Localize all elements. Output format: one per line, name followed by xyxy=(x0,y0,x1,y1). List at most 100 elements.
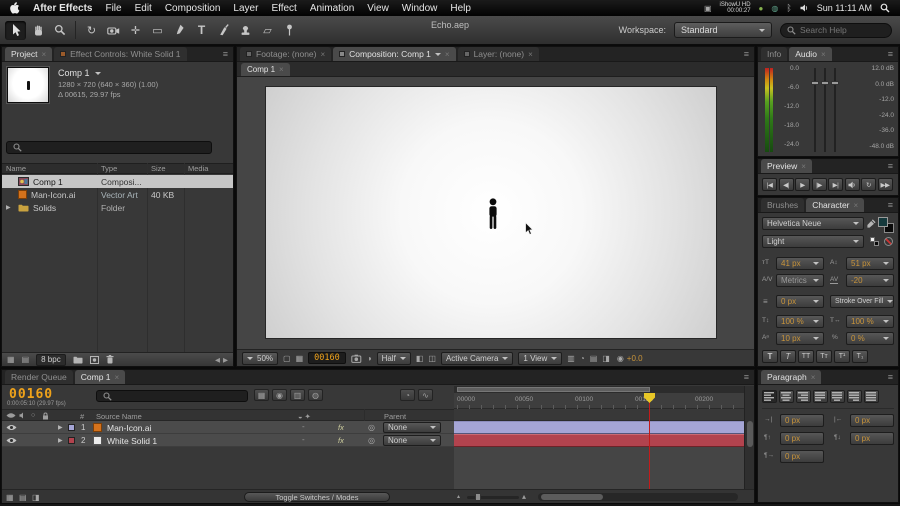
next-frame-button[interactable]: |▶ xyxy=(811,178,827,191)
shape-tool[interactable]: ▭ xyxy=(147,21,168,40)
project-search-box[interactable] xyxy=(6,141,212,154)
scroll-left-icon[interactable]: ◀ xyxy=(215,356,220,364)
new-composition-icon[interactable] xyxy=(89,355,99,364)
font-family-dropdown[interactable]: Helvetica Neue xyxy=(762,217,864,230)
panel-menu-icon[interactable]: ≡ xyxy=(888,161,895,173)
menu-app[interactable]: After Effects xyxy=(33,3,92,14)
status-dot-icon[interactable]: ● xyxy=(759,4,764,13)
project-search-input[interactable] xyxy=(26,142,205,153)
timeline-horizontal-scrollbar[interactable] xyxy=(538,493,738,501)
apple-menu-icon[interactable] xyxy=(10,2,20,14)
justify-all-button[interactable] xyxy=(864,390,879,403)
timeline-column-header[interactable]: ○ # Source Name ◒✦ Parent xyxy=(2,409,454,421)
bluetooth-icon[interactable]: ᛒ xyxy=(786,3,791,13)
menu-edit[interactable]: Edit xyxy=(135,3,152,14)
screen-recorder-icon[interactable]: ▣ xyxy=(704,4,712,13)
switch-mark[interactable]: - xyxy=(302,422,305,431)
puppet-pin-tool[interactable] xyxy=(279,21,300,40)
help-search-input[interactable] xyxy=(800,25,885,35)
panel-menu-icon[interactable]: ≡ xyxy=(744,49,751,61)
scrollbar-thumb[interactable] xyxy=(541,494,603,500)
previous-frame-button[interactable]: ◀| xyxy=(778,178,794,191)
close-icon[interactable]: × xyxy=(41,50,46,59)
subscript-button[interactable]: T₁ xyxy=(852,350,868,363)
stroke-mode-dropdown[interactable]: Stroke Over Fill xyxy=(830,295,894,308)
small-caps-button[interactable]: Tт xyxy=(816,350,832,363)
timeline-search-box[interactable] xyxy=(96,390,248,402)
zoom-slider-handle[interactable] xyxy=(475,493,481,501)
font-style-dropdown[interactable]: Light xyxy=(762,235,864,248)
new-folder-icon[interactable] xyxy=(73,356,83,364)
horizontal-scale-field[interactable]: 100 % xyxy=(846,315,894,328)
eraser-tool[interactable]: ▱ xyxy=(257,21,278,40)
label-color-chip[interactable] xyxy=(68,437,75,444)
eyedropper-icon[interactable] xyxy=(867,219,876,228)
menu-animation[interactable]: Animation xyxy=(310,3,354,14)
menu-effect[interactable]: Effect xyxy=(271,3,296,14)
tab-brushes[interactable]: Brushes xyxy=(761,198,805,212)
comp-mini-tab[interactable]: Comp 1 × xyxy=(241,63,290,76)
pickwhip-icon[interactable]: ◎ xyxy=(368,423,375,432)
parent-column-header[interactable]: Parent xyxy=(384,412,406,421)
justify-last-right-button[interactable] xyxy=(847,390,862,403)
tab-layer[interactable]: Layer: (none) × xyxy=(457,47,539,61)
zoom-tool[interactable] xyxy=(49,21,70,40)
first-frame-button[interactable]: |◀ xyxy=(762,178,777,191)
tab-audio[interactable]: Audio × xyxy=(789,47,832,61)
graph-editor-icon[interactable]: ∿ xyxy=(418,389,433,401)
stroke-width-dropdown[interactable]: 0 px xyxy=(776,295,824,308)
timeline-jump-icon[interactable]: ▤ xyxy=(590,354,598,363)
pen-tool[interactable] xyxy=(169,21,190,40)
fx-badge[interactable]: fx xyxy=(338,423,344,432)
eye-icon[interactable] xyxy=(6,424,17,431)
close-icon[interactable]: × xyxy=(821,50,826,59)
work-area-bar[interactable] xyxy=(457,387,650,392)
project-row-solids[interactable]: ▶ Solids Folder xyxy=(2,201,233,214)
trash-icon[interactable] xyxy=(106,355,114,364)
superscript-button[interactable]: T¹ xyxy=(834,350,850,363)
timeline-zoom-slider[interactable] xyxy=(467,493,519,501)
clone-stamp-tool[interactable] xyxy=(235,21,256,40)
inout-pane-icon[interactable]: ◨ xyxy=(32,493,40,502)
disclosure-triangle-icon[interactable]: ▶ xyxy=(6,204,14,211)
menu-file[interactable]: File xyxy=(105,3,121,14)
vertical-scale-field[interactable]: 100 % xyxy=(776,315,824,328)
layer-expand-arrow[interactable]: ▶ xyxy=(58,437,63,444)
panel-menu-icon[interactable]: ≡ xyxy=(888,200,895,212)
layer-duration-bar-1[interactable] xyxy=(454,421,744,434)
menu-view[interactable]: View xyxy=(367,3,389,14)
help-search-box[interactable] xyxy=(780,22,892,38)
frame-blend-icon[interactable]: ▥ xyxy=(290,389,305,401)
last-frame-button[interactable]: ▶| xyxy=(828,178,843,191)
panel-menu-icon[interactable]: ≡ xyxy=(223,49,230,61)
recorder-timer[interactable]: iShowU HD 00:00:27 xyxy=(720,2,751,15)
bit-depth-button[interactable]: 8 bpc xyxy=(36,353,66,366)
volume-icon[interactable] xyxy=(800,4,809,12)
camera-dropdown[interactable]: Active Camera xyxy=(440,351,514,365)
layer-row-1[interactable]: ▶ 1 Man-Icon.ai - fx ◎ None xyxy=(2,421,454,434)
menubar-clock[interactable]: Sun 11:11 AM xyxy=(817,3,872,13)
tab-footage[interactable]: Footage: (none) × xyxy=(240,47,332,61)
brush-tool[interactable] xyxy=(213,21,234,40)
work-area-track[interactable] xyxy=(454,386,744,393)
align-center-button[interactable] xyxy=(779,390,794,403)
column-media[interactable]: Media xyxy=(184,164,208,173)
toggle-switches-modes-button[interactable]: Toggle Switches / Modes xyxy=(244,492,390,502)
tab-preview[interactable]: Preview × xyxy=(761,159,812,173)
project-flowchart-icon[interactable]: ▤ xyxy=(22,355,30,364)
modes-pane-icon[interactable]: ▤ xyxy=(19,493,27,502)
composition-canvas[interactable] xyxy=(265,86,717,339)
auto-keyframe-icon[interactable]: ◔ xyxy=(400,389,415,401)
project-row-comp[interactable]: Comp 1 Composi... xyxy=(2,175,233,188)
faux-italic-button[interactable]: T xyxy=(780,350,796,363)
close-icon[interactable]: × xyxy=(320,50,325,59)
audio-slider-handle[interactable] xyxy=(821,81,829,85)
current-time-display[interactable]: 00160 xyxy=(9,387,53,402)
loop-button[interactable]: ↻ xyxy=(861,178,876,191)
column-name[interactable]: Name xyxy=(2,164,97,173)
tracking-dropdown[interactable]: -20 xyxy=(846,274,894,287)
rotation-tool[interactable]: ↻ xyxy=(81,21,102,40)
close-icon[interactable]: × xyxy=(115,373,120,382)
shy-icon[interactable]: ◉ xyxy=(272,389,287,401)
pixel-aspect-icon[interactable]: ▥ xyxy=(567,354,575,363)
